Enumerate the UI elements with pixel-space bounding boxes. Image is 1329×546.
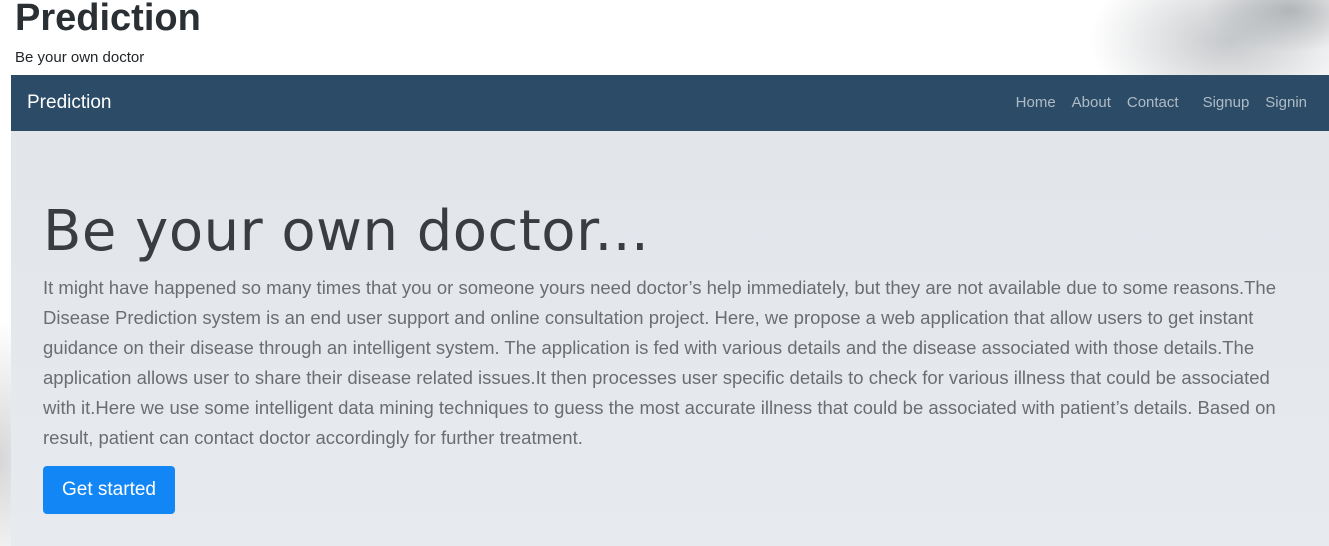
nav-link-signin[interactable]: Signin	[1265, 93, 1307, 113]
page: Prediction Be your own doctor Prediction…	[0, 0, 1329, 546]
navbar: Prediction Home About Contact Signup Sig…	[11, 75, 1329, 131]
get-started-button[interactable]: Get started	[43, 466, 175, 514]
nav-link-signup[interactable]: Signup	[1203, 93, 1250, 113]
nav-link-about[interactable]: About	[1072, 93, 1111, 113]
hero-jumbotron: Be your own doctor... It might have happ…	[11, 131, 1329, 546]
site-tagline: Be your own doctor	[15, 49, 145, 66]
site-title: Prediction	[15, 0, 201, 39]
nav-link-home[interactable]: Home	[1016, 93, 1056, 113]
hero-description: It might have happened so many times tha…	[43, 277, 1277, 448]
site-header: Prediction Be your own doctor	[15, 0, 1215, 75]
navbar-brand[interactable]: Prediction	[27, 91, 112, 115]
hero-heading: Be your own doctor...	[43, 199, 650, 264]
nav-link-contact[interactable]: Contact	[1127, 93, 1179, 113]
nav-links: Home About Contact Signup Signin	[1000, 93, 1307, 113]
